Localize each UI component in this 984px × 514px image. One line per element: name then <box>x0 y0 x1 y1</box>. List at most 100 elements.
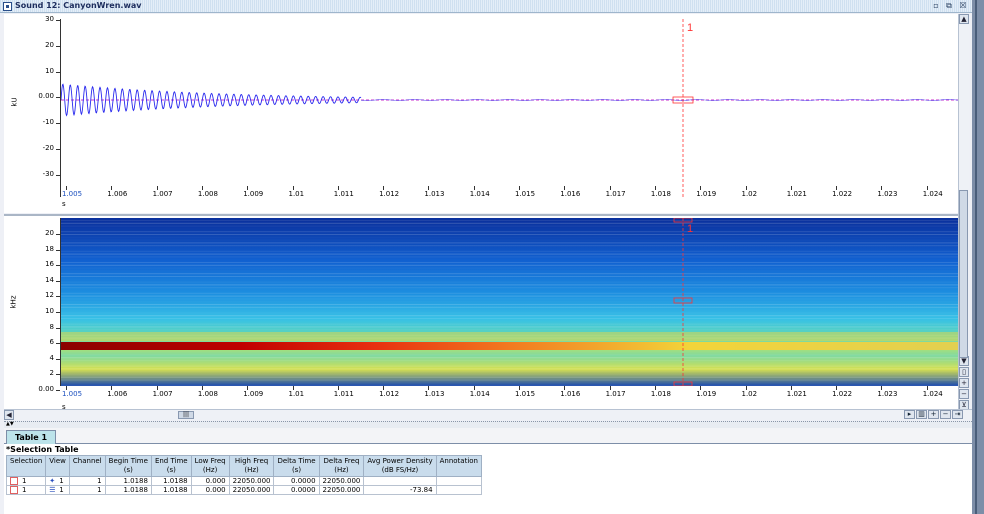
waveform-ytick-label: 30 <box>45 15 54 23</box>
pane-splitter[interactable]: ▲▼ <box>4 421 972 428</box>
column-header-delta-time[interactable]: Delta Time (s) <box>273 455 320 477</box>
cell-view: ☰ 1 <box>45 485 70 495</box>
vertical-fit-icon[interactable]: ▯ <box>959 367 969 377</box>
column-header-avg-power-density[interactable]: Avg Power Density (dB FS/Hz) <box>363 455 437 477</box>
close-icon[interactable]: ☒ <box>958 1 968 11</box>
column-header-begin-time[interactable]: Begin Time (s) <box>104 455 152 477</box>
column-header-annotation[interactable]: Annotation <box>435 455 482 477</box>
spectrogram-ytick-label: 14 <box>45 275 54 284</box>
spectrogram-band-texture <box>61 374 960 375</box>
spectrogram-band-texture <box>61 354 960 356</box>
spectrogram-xtick-label: 1.006 <box>107 390 128 398</box>
window-edge <box>972 0 984 514</box>
cell-dtime: 0.0000 <box>273 485 320 495</box>
spectrogram-band-texture <box>61 228 960 229</box>
column-header-low-freq[interactable]: Low Freq (Hz) <box>190 455 230 477</box>
spectrogram-band-texture <box>61 276 960 277</box>
waveform-xtick-label: 1.011 <box>333 190 354 198</box>
cell-power: -73.84 <box>363 485 437 495</box>
table-row[interactable]: 1 ☰ 1 1 1.0188 1.0188 0.000 22050.000 0.0000 2205… <box>5 485 482 495</box>
waveform-xtick-label: 1.021 <box>786 190 807 198</box>
waveform-plot[interactable]: 1 <box>60 19 960 197</box>
selection-row-icon[interactable] <box>10 477 18 485</box>
column-unit: (dB FS/Hz) <box>381 466 419 474</box>
vertical-zoom-out-icon[interactable]: − <box>959 389 969 399</box>
zoom-fit-icon[interactable]: ▥ <box>916 410 927 419</box>
spectrogram-band-texture <box>61 318 960 319</box>
cell-annotation[interactable] <box>435 476 482 486</box>
view-id: 1 <box>59 477 64 485</box>
horizontal-scrollbar[interactable]: ◀ ||| ▸ ▥ + − ⇥ <box>4 409 972 420</box>
spectrogram-xtick-label: 1.01 <box>288 390 305 398</box>
cell-power <box>363 476 437 486</box>
spectrogram-band-texture <box>61 253 960 255</box>
column-header-end-time[interactable]: End Time (s) <box>150 455 192 477</box>
spectrogram-xtick-label: 1.008 <box>197 390 218 398</box>
zoom-end-icon[interactable]: ⇥ <box>952 410 963 419</box>
view-id: 1 <box>59 486 64 494</box>
spectrogram-band-texture <box>61 371 960 372</box>
vertical-scroll-thumb[interactable] <box>959 190 968 358</box>
waveform-xtick-label: 1.009 <box>243 190 264 198</box>
splitter-arrows-icon[interactable]: ▲▼ <box>6 421 14 427</box>
zoom-next-icon[interactable]: ▸ <box>904 410 915 419</box>
zoom-in-icon[interactable]: + <box>928 410 939 419</box>
spectrogram-band-texture <box>61 225 960 227</box>
spectrogram-xtick-label: 1.019 <box>696 390 717 398</box>
column-unit: (Hz) <box>244 466 259 474</box>
cell-view: ✦ 1 <box>45 476 70 486</box>
spectrogram-band-texture <box>61 365 960 367</box>
waveform-ytick-label: -20 <box>42 144 54 152</box>
spectrogram-band-texture <box>61 284 960 286</box>
column-header-channel[interactable]: Channel <box>68 455 106 477</box>
cell-begin: 1.0188 <box>104 485 152 495</box>
minimize-icon[interactable]: ▫ <box>931 1 941 11</box>
spectrogram-band-texture <box>61 306 960 308</box>
cell-annotation[interactable] <box>435 485 482 495</box>
vertical-zoom-in-icon[interactable]: + <box>959 378 969 388</box>
column-header-high-freq[interactable]: High Freq (Hz) <box>228 455 275 477</box>
waveform-view[interactable]: kU 30 20 10 0.00 -10 -20 -30 1 1.005 1.006 1.007… <box>4 14 960 213</box>
spectrogram-selection-label: 1 <box>687 223 693 235</box>
waveform-x-unit: s <box>62 200 66 208</box>
spectrogram-band-texture <box>61 264 960 266</box>
scroll-up-icon[interactable]: ▲ <box>959 14 969 24</box>
spectrogram-view[interactable]: kHz 20 18 16 14 12 10 8 6 4 2 0.00 1 1.005 1.006 1.0… <box>4 214 960 411</box>
tab-table-1[interactable]: Table 1 <box>6 430 57 444</box>
selection-table-title: *Selection Table <box>6 445 79 454</box>
zoom-out-icon[interactable]: − <box>940 410 951 419</box>
waveform-xtick-label: 1.024 <box>922 190 943 198</box>
column-header-delta-freq[interactable]: Delta Freq (Hz) <box>318 455 365 477</box>
cell-high: 22050.000 <box>228 485 275 495</box>
spectrogram-xtick-label: 1.024 <box>922 390 943 398</box>
waveform-xtick-label: 1.01 <box>288 190 305 198</box>
selection-row-icon[interactable] <box>10 486 18 494</box>
spectrogram-band-texture <box>61 262 960 263</box>
waveform-xtick-label: 1.015 <box>515 190 536 198</box>
column-name: Begin Time <box>108 457 148 465</box>
spectrogram-plot[interactable]: 1 <box>60 218 960 386</box>
sound-window-icon <box>3 2 12 11</box>
column-header-view[interactable]: View <box>45 455 70 477</box>
window-title-bar[interactable]: Sound 12: CanyonWren.wav ▫ ⧉ ☒ <box>0 0 972 13</box>
spectrogram-band-texture <box>61 312 960 314</box>
spectrogram-band-texture <box>61 270 960 271</box>
table-tab-bar: Table 1 <box>4 428 972 444</box>
spectrogram-band-texture <box>61 360 960 361</box>
spectrogram-band-texture <box>61 301 960 302</box>
restore-icon[interactable]: ⧉ <box>944 1 954 11</box>
spectrogram-band-texture <box>61 245 960 247</box>
cell-high: 22050.000 <box>228 476 275 486</box>
spectrogram-band-texture <box>61 273 960 275</box>
column-header-selection[interactable]: Selection <box>5 455 47 477</box>
spectrogram-band-texture <box>61 315 960 317</box>
waveform-xtick-label: 1.007 <box>152 190 173 198</box>
horizontal-scroll-thumb[interactable]: ||| <box>178 411 194 419</box>
spectrogram-icon: ☰ <box>49 485 56 494</box>
spectrogram-band-texture <box>61 376 960 378</box>
waveform-ytick-label: 0.00 <box>38 92 54 101</box>
scroll-left-icon[interactable]: ◀ <box>4 410 14 420</box>
table-row[interactable]: 1 ✦ 1 1 1.0188 1.0188 0.000 22050.000 0.0000 2205… <box>5 476 482 486</box>
spectrogram-xtick-label: 1.018 <box>650 390 671 398</box>
cell-dfreq: 22050.000 <box>318 485 365 495</box>
